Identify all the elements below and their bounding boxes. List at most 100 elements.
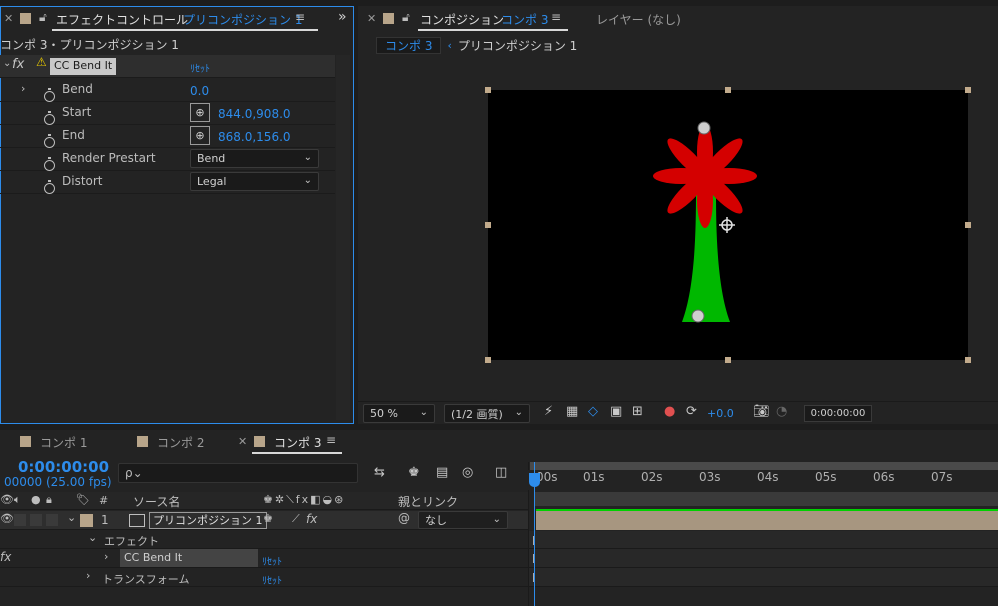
point-target-icon[interactable]: ⊕ <box>190 103 210 122</box>
column-source-name[interactable]: ソース名 <box>133 493 180 510</box>
effect-group-row[interactable]: ⌄ エフェクト <box>0 531 528 549</box>
transform-reset-link[interactable]: ﾘｾｯﾄ <box>262 572 282 587</box>
grid-guide-icon[interactable]: ⊞ <box>632 404 643 419</box>
param-row-bend: › Bend 0.0 <box>0 79 335 102</box>
stopwatch-icon[interactable] <box>44 179 55 194</box>
mask-visibility-icon[interactable]: ◇ <box>588 404 598 419</box>
audio-toggle[interactable] <box>14 514 26 526</box>
effect-item-reset-link[interactable]: ﾘｾｯﾄ <box>262 553 282 568</box>
effect-header-row: ⌄ fx ⚠ CC Bend It ﾘｾｯﾄ <box>0 55 335 78</box>
comp-timecode-display[interactable]: 0:00:00:00 <box>804 405 872 422</box>
shy-switch-icon[interactable]: ♚ <box>263 512 273 525</box>
effect-name-label[interactable]: CC Bend It <box>50 58 117 75</box>
expand-arrow-icon[interactable]: ⌄ <box>67 511 76 524</box>
panel-menu-icon[interactable]: ≡ <box>295 10 305 24</box>
expand-panels-icon[interactable]: » <box>338 9 347 25</box>
zoom-dropdown[interactable]: 50 % ⌄ <box>363 404 435 423</box>
composition-tab-comp[interactable]: コンポ 3 <box>501 11 548 28</box>
show-snapshot-icon[interactable]: ◔ <box>776 404 787 419</box>
composition-tab-title[interactable]: コンポジション <box>420 11 504 28</box>
end-point-marker[interactable] <box>697 121 711 135</box>
exposure-reset-icon[interactable]: ⟳ <box>686 404 697 419</box>
quality-switch-icon[interactable]: ⟋ <box>292 512 300 526</box>
point-target-icon[interactable]: ⊕ <box>190 126 210 145</box>
snapshot-camera-icon[interactable]: 📷︎ <box>753 404 770 419</box>
effect-item-row[interactable]: fx › CC Bend It ﾘｾｯﾄ <box>0 549 528 568</box>
parent-pickwhip-icon[interactable]: @ <box>398 511 410 525</box>
crumb-active[interactable]: コンポ 3 <box>376 36 442 54</box>
transform-group-row[interactable]: › トランスフォーム ﾘｾｯﾄ <box>0 568 528 587</box>
effect-item-label[interactable]: CC Bend It <box>120 549 258 567</box>
fast-preview-icon[interactable]: ⚡︎ <box>544 404 553 419</box>
effect-controls-tab-layer[interactable]: プリコンポジション 1 <box>183 11 302 28</box>
render-prestart-dropdown[interactable]: Bend ⌄ <box>190 149 319 168</box>
timeline-tab-comp3[interactable]: コンポ 3 <box>274 434 321 451</box>
close-icon[interactable]: ✕ <box>4 12 13 25</box>
lock-icon[interactable]: 🔓︎ <box>402 10 410 25</box>
expand-arrow-icon[interactable]: › <box>86 569 90 582</box>
crumb-next[interactable]: プリコンポジション 1 <box>458 37 577 54</box>
effect-switch-icon[interactable]: fx <box>306 512 317 526</box>
graph-editor-icon[interactable]: ◫ <box>495 465 507 480</box>
visibility-column-icon[interactable]: 👁︎ <box>0 493 14 506</box>
distort-dropdown[interactable]: Legal ⌄ <box>190 172 319 191</box>
panel-menu-icon[interactable]: ≡ <box>326 433 336 447</box>
solo-toggle[interactable] <box>30 514 42 526</box>
start-point-marker[interactable] <box>691 309 705 323</box>
close-icon[interactable]: ✕ <box>367 12 376 25</box>
ruler-tick: 07s <box>931 470 953 484</box>
param-row-render-prestart: Render Prestart Bend ⌄ <box>0 148 335 171</box>
color-channels-icon[interactable]: ● <box>664 404 675 419</box>
time-ruler[interactable]: 00s 01s 02s 03s 04s 05s 06s 07s <box>528 470 998 490</box>
exposure-value[interactable]: +0.0 <box>707 407 734 420</box>
eye-icon[interactable]: 👁︎ <box>0 512 14 525</box>
region-of-interest-icon[interactable]: ▣ <box>610 404 622 419</box>
collapse-arrow-icon[interactable]: ⌄ <box>3 58 11 69</box>
fx-icon[interactable]: fx <box>12 57 24 72</box>
timeline-tab-comp2[interactable]: コンポ 2 <box>157 434 204 451</box>
expand-arrow-icon[interactable]: › <box>104 550 108 563</box>
shy-layers-icon[interactable]: ♚ <box>408 465 420 480</box>
effect-controls-tab-title[interactable]: エフェクトコントロール <box>56 11 188 28</box>
composition-flowchart-icon[interactable]: ⇆ <box>374 465 385 480</box>
parent-dropdown[interactable]: なし ⌄ <box>418 511 508 529</box>
layer-row[interactable]: 👁︎ ⌄ 1 プリコンポジション 1 ♚ ⟋ fx @ なし ⌄ <box>0 511 528 530</box>
solo-column-icon[interactable]: ● <box>31 493 41 506</box>
fx-icon[interactable]: fx <box>0 550 11 564</box>
timeline-tabbar: コンポ 1 コンポ 2 ✕ コンポ 3 ≡ <box>0 431 998 454</box>
stopwatch-icon[interactable] <box>44 156 55 171</box>
timeline-tab-comp1[interactable]: コンポ 1 <box>40 434 87 451</box>
lock-column-icon[interactable]: 🔒︎ <box>46 493 52 507</box>
resolution-dropdown[interactable]: (1/2 画質) ⌄ <box>444 404 530 423</box>
ruler-scrollbar[interactable] <box>534 492 998 506</box>
stopwatch-icon[interactable] <box>44 110 55 125</box>
expand-arrow-icon[interactable]: › <box>21 82 25 95</box>
effect-reset-link[interactable]: ﾘｾｯﾄ <box>190 60 210 75</box>
param-value-bend[interactable]: 0.0 <box>190 84 209 98</box>
layer-tab[interactable]: レイヤー (なし) <box>596 11 681 28</box>
effect-panel-scrollbar[interactable] <box>336 55 350 420</box>
audio-column-icon[interactable]: 🔈︎ <box>14 493 21 507</box>
frame-blending-icon[interactable]: ▤ <box>436 465 448 480</box>
label-column-icon[interactable]: 🏷︎ <box>76 493 90 506</box>
param-value-end[interactable]: 868.0,156.0 <box>218 130 291 144</box>
anchor-point-marker[interactable] <box>719 217 735 233</box>
playhead-handle[interactable] <box>529 473 540 487</box>
label-color-swatch[interactable] <box>80 514 93 527</box>
lock-toggle[interactable] <box>46 514 58 526</box>
close-icon[interactable]: ✕ <box>238 435 247 448</box>
motion-blur-icon[interactable]: ◎ <box>462 465 473 480</box>
timeline-search-input[interactable]: ρ⌄ <box>118 463 358 483</box>
column-parent-link[interactable]: 親とリンク <box>398 493 458 510</box>
stopwatch-icon[interactable] <box>44 133 55 148</box>
layer-duration-bar[interactable] <box>536 511 998 530</box>
expand-arrow-icon[interactable]: ⌄ <box>88 531 97 544</box>
work-area-bar[interactable] <box>530 462 998 470</box>
transparency-grid-icon[interactable]: ▦ <box>566 404 578 419</box>
lock-icon[interactable]: 🔓︎ <box>39 10 47 25</box>
layer-name[interactable]: プリコンポジション 1 <box>149 512 267 529</box>
panel-menu-icon[interactable]: ≡ <box>551 10 561 24</box>
param-value-start[interactable]: 844.0,908.0 <box>218 107 291 121</box>
timeline-timecode[interactable]: 0:00:00:00 <box>18 458 109 476</box>
stopwatch-icon[interactable] <box>44 87 55 102</box>
